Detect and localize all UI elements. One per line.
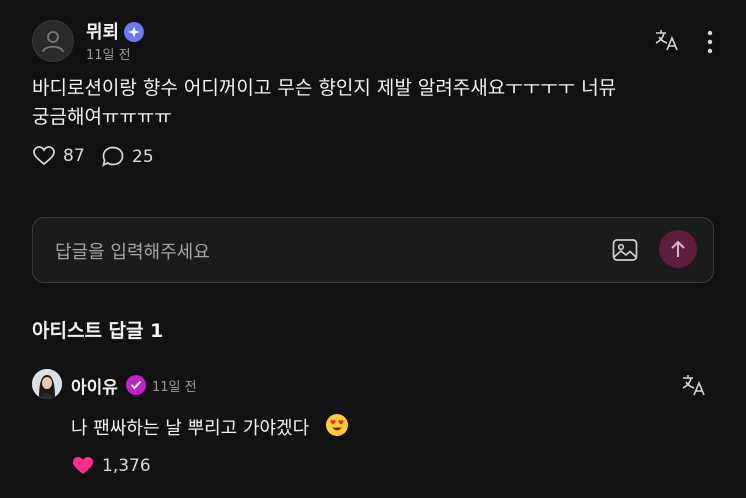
post-time: 11일 전 — [86, 48, 131, 63]
star-badge-icon — [124, 22, 144, 42]
user-icon — [42, 31, 64, 53]
artist-name[interactable]: 아이유 — [71, 373, 118, 398]
artist-reply-section-title: 아티스트 답글 1 — [32, 320, 164, 342]
artist-comment-time: 11일 전 — [152, 380, 197, 395]
like-count: 87 — [63, 146, 85, 166]
artist-comment-text: 나 팬싸하는 날 뿌리고 가야겠다 — [71, 418, 310, 439]
artist-like-button[interactable]: 1,376 — [72, 456, 151, 476]
comment-count: 25 — [132, 146, 154, 167]
reply-placeholder[interactable]: 답글을 입력해주세요 — [55, 238, 210, 264]
check-badge-icon — [126, 375, 146, 395]
like-button[interactable]: 87 — [33, 146, 85, 166]
translate-icon[interactable] — [682, 374, 706, 400]
more-vertical-icon[interactable] — [702, 30, 718, 54]
send-button[interactable] — [659, 230, 697, 268]
author-avatar[interactable] — [32, 20, 74, 62]
artist-like-count: 1,376 — [102, 456, 151, 476]
heart-eyes-emoji — [326, 414, 348, 436]
arrow-up-icon — [671, 240, 685, 257]
artist-avatar[interactable] — [32, 369, 62, 399]
post-author-name[interactable]: 뮈뢰 — [86, 18, 119, 44]
heart-filled-icon — [73, 457, 93, 474]
post-text: 바디로션이랑 향수 어디꺼이고 무슨 향인지 제발 알려주새요ㅜㅜㅜㅜ 너뮤 궁… — [32, 77, 617, 128]
translate-icon[interactable] — [655, 29, 679, 55]
image-icon[interactable] — [611, 236, 639, 264]
comment-icon — [102, 146, 124, 167]
reply-input[interactable]: 답글을 입력해주세요 — [32, 217, 714, 283]
comment-button[interactable]: 25 — [102, 146, 154, 167]
heart-outline-icon — [33, 146, 55, 166]
